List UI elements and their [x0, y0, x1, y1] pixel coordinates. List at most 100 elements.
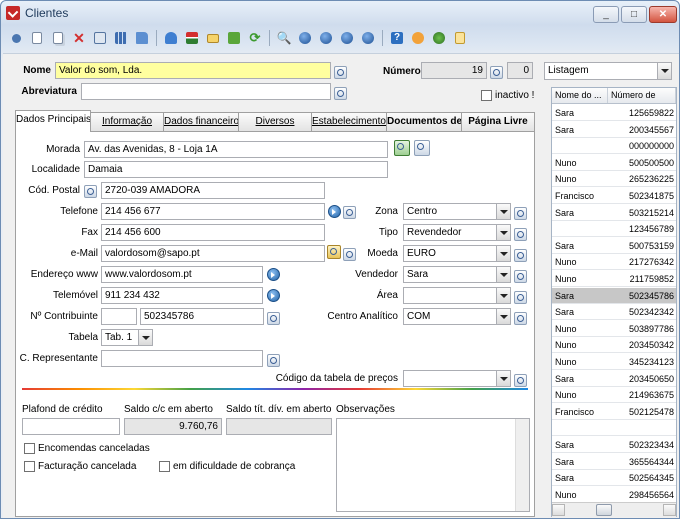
list-row[interactable]: 000000000	[552, 138, 676, 155]
cod-postal-field[interactable]: 2720-039 AMADORA	[101, 182, 325, 199]
representante-lookup-icon[interactable]	[267, 354, 280, 367]
observacoes-textarea[interactable]	[336, 418, 530, 512]
edit-icon[interactable]	[91, 29, 109, 47]
grid-icon[interactable]	[112, 29, 130, 47]
number-field[interactable]: 19	[421, 62, 487, 79]
nav-prev-icon[interactable]	[317, 29, 335, 47]
tab-dados-principais[interactable]: Dados Principais	[15, 110, 91, 132]
list-row[interactable]: Nuno 503897786	[552, 321, 676, 337]
plafond-field[interactable]	[22, 418, 120, 435]
column-header-name[interactable]: Nome do ...	[552, 88, 608, 103]
vendedor-lookup-icon[interactable]	[514, 270, 527, 283]
abbr-field[interactable]	[81, 83, 331, 100]
list-row[interactable]: Nuno 211759852	[552, 271, 676, 287]
chevron-down-icon[interactable]	[496, 309, 510, 324]
chevron-down-icon[interactable]	[657, 63, 671, 79]
list-row[interactable]: Sara 503215214	[552, 205, 676, 221]
delete-icon[interactable]: ✕	[70, 29, 88, 47]
maximize-button[interactable]: □	[621, 6, 647, 23]
saldo-field[interactable]: 9.760,76	[124, 418, 222, 435]
list-row[interactable]: Nuno 217276342	[552, 254, 676, 271]
facturacao-cancelada-checkbox[interactable]	[24, 461, 35, 472]
list-row[interactable]: Francisco 502341875	[552, 188, 676, 204]
postal-code-lookup-icon[interactable]	[84, 185, 97, 198]
tab-informacao[interactable]: Informação	[90, 112, 164, 131]
codigo-tabela-lookup-icon[interactable]	[514, 374, 527, 387]
open-website-icon[interactable]	[267, 268, 280, 281]
globe-icon[interactable]	[430, 29, 448, 47]
list-row[interactable]: Nuno 298456564	[552, 487, 676, 503]
column-header-number[interactable]: Número de	[608, 88, 676, 103]
chevron-down-icon[interactable]	[138, 330, 152, 345]
encomendas-canceladas-checkbox[interactable]	[24, 443, 35, 454]
list-horizontal-scrollbar[interactable]	[552, 502, 676, 517]
saldo-titulos-field[interactable]	[226, 418, 332, 435]
contribuinte-field[interactable]: 502345786	[140, 308, 264, 325]
centro-analitico-select[interactable]: COM	[403, 308, 511, 325]
tipo-lookup-icon[interactable]	[514, 228, 527, 241]
tab-estabelecimentos[interactable]: Estabelecimentos	[311, 112, 387, 131]
morada-field[interactable]: Av. das Avenidas, 8 - Loja 1A	[84, 141, 388, 158]
tab-documentos[interactable]: Documentos de	[386, 112, 462, 131]
list-row[interactable]: Sara 200345567	[552, 122, 676, 138]
close-button[interactable]: ✕	[649, 6, 677, 23]
help-icon[interactable]: ?	[388, 29, 406, 47]
chevron-down-icon[interactable]	[496, 371, 510, 386]
chevron-down-icon[interactable]	[496, 204, 510, 219]
folder-green-icon[interactable]	[225, 29, 243, 47]
area-select[interactable]	[403, 287, 511, 304]
nav-next-icon[interactable]	[338, 29, 356, 47]
list-view-select[interactable]: Listagem	[544, 62, 672, 80]
list-row[interactable]: Sara 203450650	[552, 371, 676, 387]
chevron-down-icon[interactable]	[496, 246, 510, 261]
scroll-right-icon[interactable]	[663, 504, 676, 516]
list-row[interactable]: Sara 502345786	[552, 287, 676, 304]
list-row[interactable]: Nuno 345234123	[552, 354, 676, 370]
list-row[interactable]: Nuno 265236225	[552, 171, 676, 188]
number-lookup-icon[interactable]	[490, 66, 503, 79]
refresh-icon[interactable]: ⟳	[246, 29, 264, 47]
mail-icon[interactable]	[204, 29, 222, 47]
tabela-select[interactable]: Tab. 1	[101, 329, 153, 346]
chevron-down-icon[interactable]	[496, 288, 510, 303]
nav-first-icon[interactable]	[296, 29, 314, 47]
list-row[interactable]: Francisco 502125478	[552, 404, 676, 420]
chevron-down-icon[interactable]	[496, 267, 510, 282]
call-mobile-icon[interactable]	[267, 289, 280, 302]
list-row[interactable]: Sara 502342342	[552, 304, 676, 321]
list-row[interactable]: Sara 502323434	[552, 437, 676, 453]
representante-field[interactable]	[101, 350, 263, 367]
name-field[interactable]: Valor do som, Lda.	[55, 62, 331, 79]
scroll-thumb[interactable]	[596, 504, 612, 516]
nav-last-icon[interactable]	[359, 29, 377, 47]
tab-pagina-livre[interactable]: Página Livre	[461, 112, 535, 131]
contribuinte-prefix-field[interactable]	[101, 308, 137, 325]
area-lookup-icon[interactable]	[514, 291, 527, 304]
number-suffix-field[interactable]: 0	[507, 62, 533, 79]
new-doc-icon[interactable]	[28, 29, 46, 47]
preview-icon[interactable]: 🔍	[275, 29, 293, 47]
tipo-select[interactable]: Revendedor	[403, 224, 511, 241]
tab-dados-financeiro[interactable]: Dados financeiro	[163, 112, 239, 131]
books-icon[interactable]	[162, 29, 180, 47]
contribuinte-lookup-icon[interactable]	[267, 312, 280, 325]
address-book-icon[interactable]	[394, 140, 410, 156]
list-row[interactable]: Sara 125659822	[552, 105, 676, 121]
inactive-checkbox[interactable]	[481, 90, 492, 101]
list-row[interactable]: Sara 500753159	[552, 238, 676, 254]
www-field[interactable]: www.valordosom.pt	[101, 266, 263, 283]
zona-lookup-icon[interactable]	[514, 207, 527, 220]
telemovel-field[interactable]: 911 234 432	[101, 287, 263, 304]
telefone-field[interactable]: 214 456 677	[101, 203, 325, 220]
list-row[interactable]: Sara 365564344	[552, 454, 676, 470]
list-row[interactable]	[552, 420, 676, 437]
observacoes-scrollbar[interactable]	[515, 419, 529, 511]
dificuldade-cobranca-checkbox[interactable]	[159, 461, 170, 472]
email-field[interactable]: valordosom@sapo.pt	[101, 245, 325, 262]
list-row[interactable]: Sara 502564345	[552, 470, 676, 487]
minimize-button[interactable]: _	[593, 6, 619, 23]
moeda-lookup-icon[interactable]	[514, 249, 527, 262]
list-row[interactable]: Nuno 214963675	[552, 387, 676, 404]
zona-select[interactable]: Centro	[403, 203, 511, 220]
localidade-field[interactable]: Damaia	[84, 161, 388, 178]
